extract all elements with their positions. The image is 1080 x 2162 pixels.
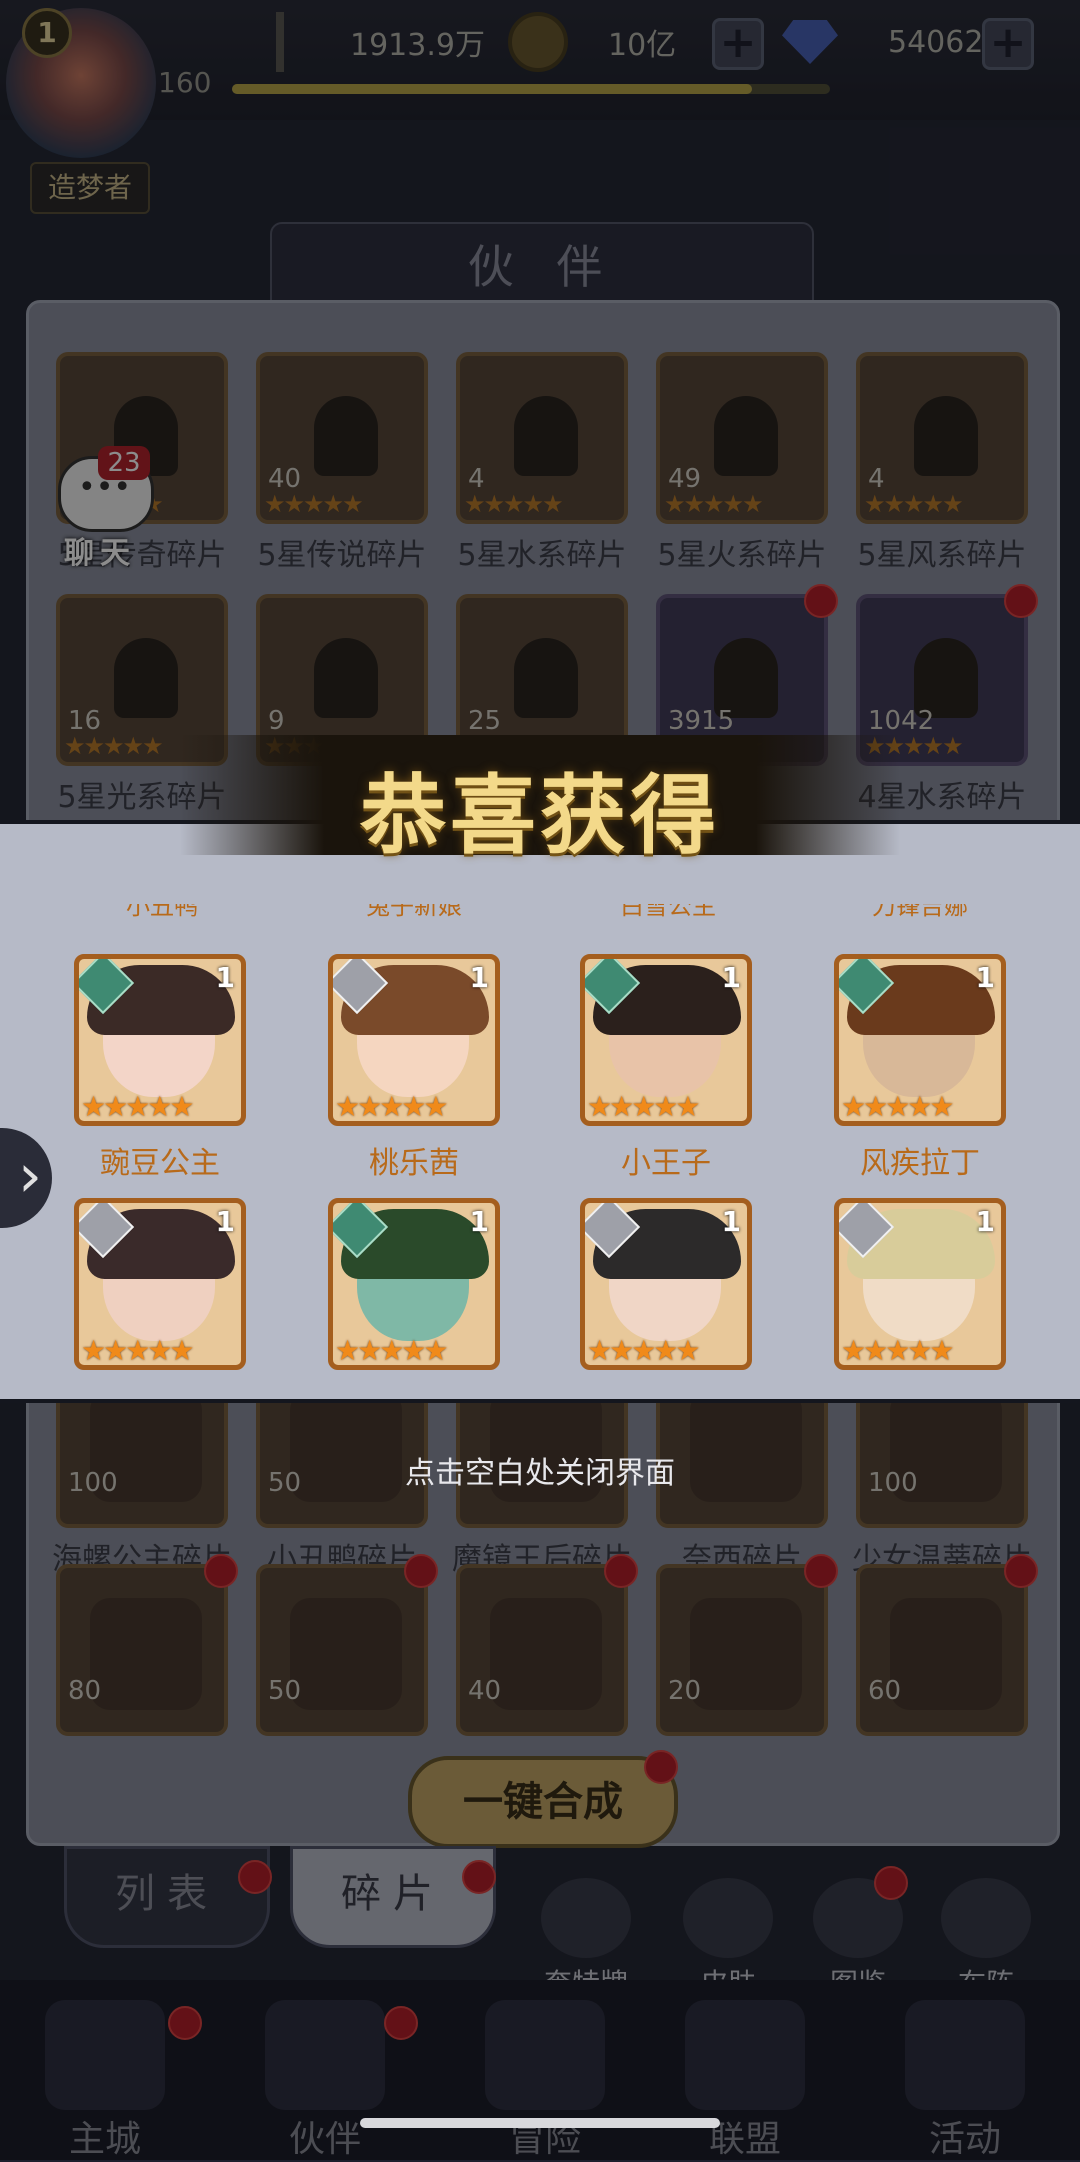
reward-banner-title: 恭喜获得 [360,765,720,866]
star-rating: ★★★★★ [841,1090,955,1123]
star-rating: ★★★★★ [587,1090,701,1123]
hero-level: 1 [215,961,235,994]
hero-level: 1 [215,1205,235,1238]
hero-card[interactable]: 1 ★★★★★ [580,954,752,1126]
hero-card[interactable]: 1 ★★★★★ [328,1198,500,1370]
hero-name: 风疾拉丁 [860,1146,980,1181]
hero-name: 桃乐茜 [369,1146,459,1181]
hero-name: 小王子 [621,1146,711,1181]
star-rating: ★★★★★ [335,1090,449,1123]
hero-level: 1 [975,961,995,994]
hero-name-partial: 白雪公主 [620,904,716,920]
hero-card[interactable]: 1 ★★★★★ [74,1198,246,1370]
hero-level: 1 [721,961,741,994]
star-rating: ★★★★★ [81,1334,195,1367]
hero-name: 豌豆公主 [100,1146,220,1181]
hero-level: 1 [469,1205,489,1238]
hero-name-partial: 兔子新娘 [366,904,462,920]
star-rating: ★★★★★ [335,1334,449,1367]
star-rating: ★★★★★ [587,1334,701,1367]
hero-card[interactable]: 1 ★★★★★ [834,1198,1006,1370]
hero-level: 1 [721,1205,741,1238]
hero-card[interactable]: 1 ★★★★★ [834,954,1006,1126]
hero-name-partial: 刀锋吉娜 [872,904,968,920]
home-indicator [360,2118,720,2128]
hero-name-partial: 小丑鸭 [126,904,198,920]
hero-level: 1 [975,1205,995,1238]
hero-level: 1 [469,961,489,994]
hero-card[interactable]: 1 ★★★★★ [328,954,500,1126]
close-hint[interactable]: 点击空白处关闭界面 [240,1448,840,1492]
star-rating: ★★★★★ [841,1334,955,1367]
hero-card[interactable]: 1 ★★★★★ [74,954,246,1126]
hero-card[interactable]: 1 ★★★★★ [580,1198,752,1370]
star-rating: ★★★★★ [81,1090,195,1123]
